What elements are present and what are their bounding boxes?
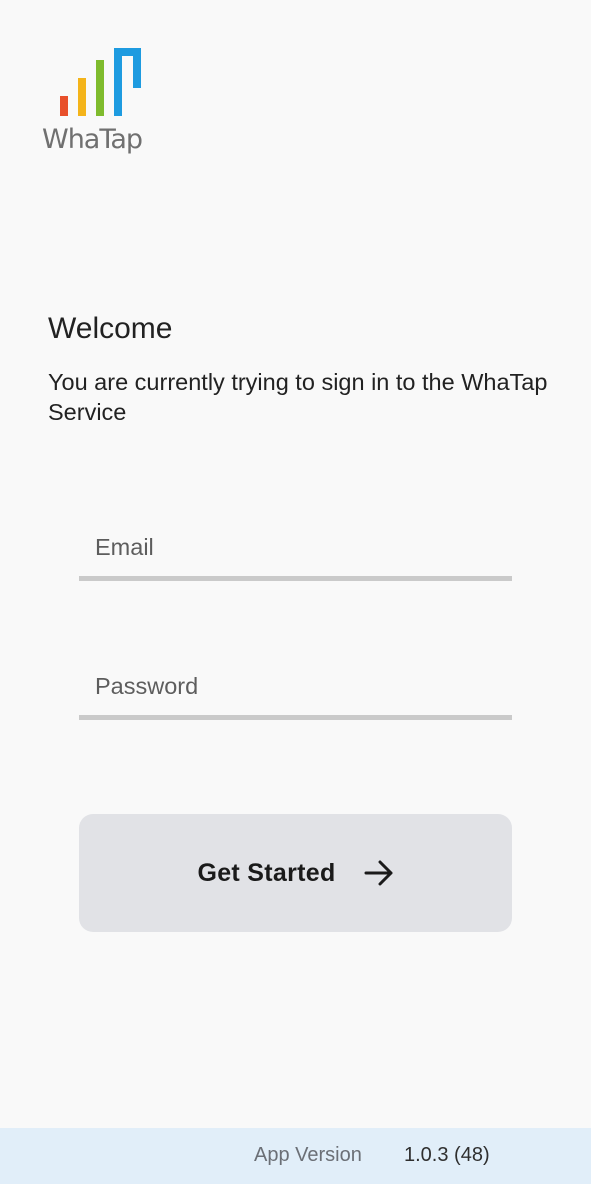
brand-name: WhaTap [42,124,143,155]
get-started-label: Get Started [197,858,336,887]
password-field-container [79,657,512,720]
app-version-label: App Version [254,1144,362,1166]
email-field-container [79,518,512,581]
get-started-button[interactable]: Get Started [79,814,512,932]
app-version-value: 1.0.3 (48) [404,1144,490,1166]
whatap-bars-icon [60,48,141,116]
whatap-logo: WhaTap [40,46,150,161]
app-version-footer: App Version 1.0.3 (48) [0,1128,591,1184]
email-field[interactable] [79,518,512,576]
arrow-right-icon [364,860,394,886]
welcome-subtitle: You are currently trying to sign in to t… [48,369,548,425]
password-field[interactable] [79,657,512,715]
page-title: Welcome [48,312,173,345]
